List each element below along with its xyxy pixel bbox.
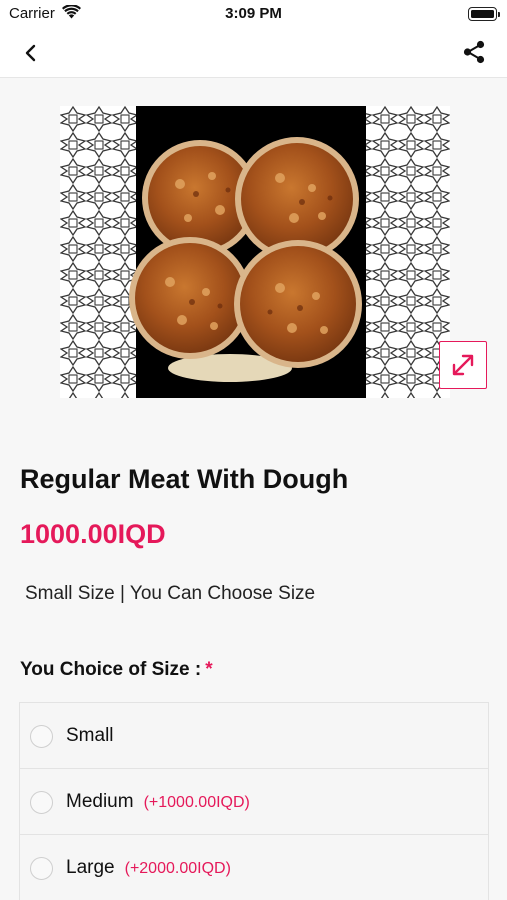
size-option-medium[interactable]: Medium (+1000.00IQD) bbox=[20, 769, 488, 835]
size-options-list: Small Medium (+1000.00IQD) Large (+2000.00… bbox=[19, 702, 489, 900]
clock: 3:09 PM bbox=[225, 5, 282, 22]
product-description: Small Size | You Can Choose Size bbox=[25, 583, 316, 604]
required-marker: * bbox=[205, 659, 213, 680]
option-label-wrap: Large (+2000.00IQD) bbox=[66, 857, 231, 879]
battery-icon bbox=[468, 7, 500, 21]
size-option-large[interactable]: Large (+2000.00IQD) bbox=[20, 835, 488, 900]
status-bar: Carrier 3:09 PM bbox=[0, 0, 507, 28]
expand-icon bbox=[452, 354, 474, 376]
radio-button[interactable] bbox=[30, 857, 53, 880]
option-label: Medium bbox=[66, 791, 134, 812]
back-button[interactable] bbox=[18, 40, 44, 66]
option-extra-price: (+1000.00IQD) bbox=[143, 794, 250, 811]
size-options-heading: You Choice of Size : * bbox=[20, 659, 213, 681]
expand-image-button[interactable] bbox=[439, 341, 487, 389]
radio-button[interactable] bbox=[30, 725, 53, 748]
option-label-wrap: Medium (+1000.00IQD) bbox=[66, 791, 250, 813]
product-title: Regular Meat With Dough bbox=[20, 464, 349, 494]
product-price: 1000.00IQD bbox=[20, 519, 166, 549]
share-button[interactable] bbox=[461, 39, 487, 65]
option-label: Small bbox=[66, 725, 114, 746]
option-label: Large bbox=[66, 857, 115, 878]
size-options-heading-label: You Choice of Size : bbox=[20, 659, 202, 680]
option-extra-price: (+2000.00IQD) bbox=[124, 860, 231, 877]
size-option-small[interactable]: Small bbox=[20, 703, 488, 769]
product-image[interactable] bbox=[60, 106, 450, 398]
option-label-wrap: Small bbox=[66, 725, 114, 747]
radio-button[interactable] bbox=[30, 791, 53, 814]
navigation-bar bbox=[0, 28, 507, 78]
